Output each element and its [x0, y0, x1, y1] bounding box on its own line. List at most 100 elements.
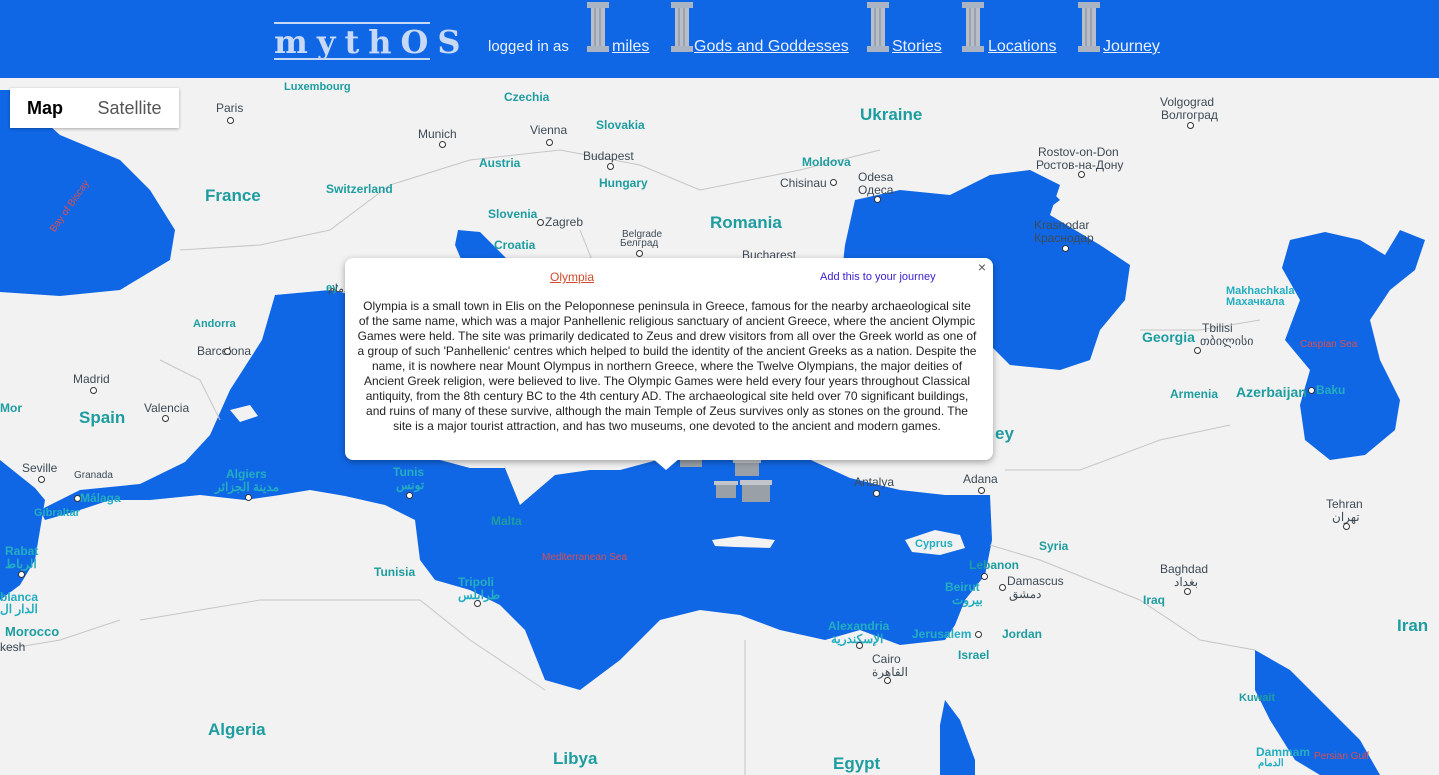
- city-marker: [1308, 387, 1315, 394]
- city-marker: [873, 490, 880, 497]
- city-label: Tehran: [1326, 497, 1363, 511]
- popup-pointer: [652, 458, 680, 470]
- satellite-view-button[interactable]: Satellite: [80, 88, 179, 128]
- sea-label: Caspian Sea: [1300, 339, 1358, 350]
- city-marker: [874, 196, 881, 203]
- country-label: Moldova: [802, 155, 851, 169]
- nav-gods-and-goddesses[interactable]: Gods and Goddesses: [694, 38, 849, 56]
- city-label: الرباط: [5, 557, 37, 571]
- city-label: Volgograd: [1160, 95, 1215, 109]
- city-marker: [1184, 588, 1191, 595]
- city-marker: [227, 117, 234, 124]
- location-description: Olympia is a small town in Elis on the P…: [357, 299, 977, 433]
- city-label: Antalya: [854, 475, 895, 489]
- country-label: Egypt: [833, 754, 881, 773]
- country-label: ey: [995, 424, 1014, 443]
- city-label: Vienna: [530, 123, 568, 137]
- country-label: Algeria: [208, 720, 266, 739]
- country-label: Tunisia: [374, 565, 416, 579]
- city-label: الدار ال: [0, 602, 38, 616]
- city-marker: [999, 584, 1006, 591]
- country-label: Hungary: [599, 176, 648, 190]
- country-label: Iraq: [1143, 593, 1166, 607]
- city-label: Algiers: [226, 467, 267, 481]
- city-label: Rabat: [5, 544, 39, 558]
- city-label: Krasnodar: [1034, 218, 1090, 232]
- country-label: Czechia: [504, 90, 550, 104]
- city-label: دمشق: [1009, 587, 1042, 601]
- country-label: Malta: [491, 514, 522, 528]
- city-label: Seville: [22, 461, 58, 475]
- city-marker: [981, 573, 988, 580]
- city-marker: [636, 250, 643, 257]
- country-label: Slovenia: [488, 207, 538, 221]
- sea-label: Persian Gulf: [1314, 751, 1370, 762]
- city-label: Jerusalem: [912, 627, 972, 641]
- country-label: Azerbaijan: [1236, 384, 1307, 400]
- country-label: Ukraine: [860, 105, 923, 124]
- country-label: Jordan: [1002, 627, 1043, 641]
- country-label: Spain: [79, 408, 126, 427]
- city-marker: [18, 571, 25, 578]
- city-marker: [1194, 347, 1201, 354]
- country-label: Slovakia: [596, 118, 645, 132]
- country-label: Mor: [0, 401, 22, 415]
- city-label: Valencia: [144, 401, 190, 415]
- column-icon: [671, 2, 693, 52]
- city-label: Adana: [963, 472, 998, 486]
- country-label: Lebanon: [969, 558, 1019, 572]
- city-label: مدينة الجزائر: [215, 480, 280, 494]
- city-marker: [884, 677, 891, 684]
- nav-user-profile[interactable]: miles: [612, 38, 649, 56]
- map-view-button[interactable]: Map: [10, 88, 80, 128]
- city-label: Краснодар: [1034, 231, 1094, 245]
- city-label: Tunis: [393, 465, 425, 479]
- close-icon[interactable]: ×: [975, 260, 989, 274]
- city-marker: [978, 487, 985, 494]
- city-label: Одеса: [858, 183, 894, 197]
- country-label: Cyprus: [915, 538, 953, 550]
- city-label: القاهرة: [872, 665, 908, 679]
- nav-stories[interactable]: Stories: [892, 38, 942, 56]
- city-label: Gibraltar: [34, 507, 80, 519]
- city-label: الدمام: [1258, 758, 1284, 769]
- country-label: Romania: [710, 213, 782, 232]
- city-marker: [439, 141, 446, 148]
- city-label: Dammam: [1256, 745, 1311, 759]
- nav-locations[interactable]: Locations: [988, 38, 1057, 56]
- city-label: Волгоград: [1161, 108, 1218, 122]
- location-title-link[interactable]: Olympia: [550, 270, 594, 284]
- city-label: Baku: [1316, 383, 1346, 397]
- city-marker: [537, 219, 544, 226]
- city-marker: [607, 163, 614, 170]
- sea-label: Mediterranean Sea: [542, 552, 628, 563]
- city-marker: [1062, 245, 1069, 252]
- nav-journey[interactable]: Journey: [1103, 38, 1160, 56]
- add-to-journey-link[interactable]: Add this to your journey: [820, 271, 936, 283]
- city-label: Ростов-на-Дону: [1036, 158, 1124, 172]
- city-label: تونس: [396, 478, 425, 492]
- country-label: Kuwait: [1239, 692, 1276, 704]
- city-label: Damascus: [1007, 574, 1064, 588]
- city-label: Paris: [216, 101, 244, 115]
- logged-in-label: logged in as: [488, 38, 569, 55]
- city-label: Málaga: [80, 491, 121, 505]
- city-label: Granada: [74, 470, 113, 481]
- column-icon: [587, 2, 609, 52]
- city-label: تهران: [1332, 510, 1360, 524]
- city-marker: [830, 179, 837, 186]
- country-label: Armenia: [1170, 387, 1219, 401]
- country-label: Croatia: [494, 238, 536, 252]
- city-marker: [474, 600, 481, 607]
- map-type-toggle: Map Satellite: [10, 88, 179, 128]
- city-marker: [162, 415, 169, 422]
- country-label: Austria: [479, 156, 521, 170]
- city-marker: [975, 631, 982, 638]
- column-icon: [962, 2, 984, 52]
- site-logo[interactable]: mythOS: [274, 22, 460, 60]
- city-label: Tripoli: [458, 575, 494, 589]
- country-label: Luxembourg: [284, 81, 351, 93]
- city-marker: [546, 139, 553, 146]
- city-label: Baghdad: [1160, 562, 1209, 576]
- city-label: Odesa: [858, 170, 894, 184]
